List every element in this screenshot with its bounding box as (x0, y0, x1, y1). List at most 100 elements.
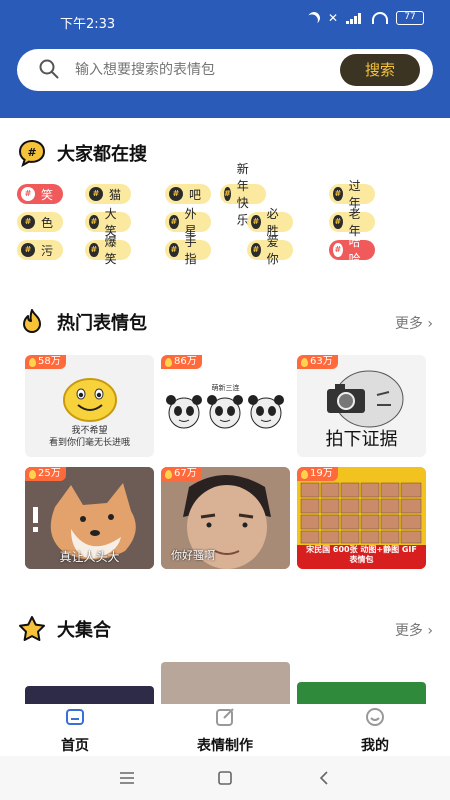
tag-chip[interactable]: # 外星 (165, 207, 212, 238)
hashtag-icon: # (89, 187, 103, 201)
battery-icon: 77 (396, 11, 424, 25)
flame-icon (165, 357, 172, 367)
tag-chip[interactable]: # 过年 (329, 179, 376, 210)
tab-home-label: 首页 (61, 738, 89, 754)
home-button-icon[interactable] (215, 768, 235, 788)
camera-meme-image (327, 370, 404, 428)
search-icon (39, 59, 59, 79)
edit-icon (216, 708, 234, 726)
collection-preview-row (0, 660, 450, 704)
collection-card[interactable] (297, 682, 426, 704)
tag-chip[interactable]: # 手指 (165, 235, 212, 266)
tag-chip[interactable]: # 爆笑 (85, 235, 132, 266)
view-count-badge: 67万 (161, 467, 202, 481)
flame-icon (29, 469, 36, 479)
meme-card[interactable]: 63万 拍下证据 (297, 355, 426, 457)
svg-text:#: # (27, 146, 36, 159)
collection-title: 大集合 (57, 620, 111, 641)
meme-caption: 真让人头大 (59, 550, 120, 564)
tag-chip[interactable]: # 爱你 (247, 235, 294, 266)
home-icon (66, 709, 84, 725)
tag-chip[interactable]: # 大笑 (85, 207, 132, 238)
collection-card[interactable] (25, 686, 154, 704)
hashtag-icon: # (169, 243, 179, 257)
collection-card[interactable] (161, 662, 290, 704)
system-nav-bar (0, 756, 450, 800)
star-icon (19, 616, 45, 641)
hashtag-icon: # (21, 187, 35, 201)
view-count-badge: 63万 (297, 355, 338, 369)
do-not-disturb-icon (306, 10, 322, 26)
hashtag-icon: # (251, 243, 261, 257)
wifi-icon (372, 12, 388, 24)
tag-chip[interactable]: # 污 (17, 240, 64, 260)
hashtag-icon: # (224, 187, 231, 201)
search-bar[interactable]: 搜索 (17, 49, 433, 91)
smiley-face-image (63, 378, 117, 422)
hashtag-icon: # (89, 215, 99, 229)
tag-chip[interactable]: # 必胜 (247, 207, 294, 238)
tab-mine[interactable]: 我的 (315, 704, 435, 756)
flame-icon (23, 309, 41, 333)
smile-icon (366, 708, 384, 726)
tag-chip[interactable]: # 吧 (165, 184, 212, 204)
meme-caption: 你好骚啊 (171, 549, 215, 562)
meme-caption: 萌新三连 (211, 384, 240, 392)
meme-card[interactable]: 19万 宋民国 600张 动图+静图 GIF 表情包 (297, 467, 426, 569)
back-icon[interactable] (315, 768, 335, 788)
meme-caption: 宋民国 600张 动图+静图 GIF 表情包 (306, 545, 417, 564)
hot-search-heading: # 大家都在搜 (17, 138, 147, 168)
popular-heading: 热门表情包 (17, 307, 147, 337)
view-count-badge: 19万 (297, 467, 338, 481)
popular-more-link[interactable]: 更多 › (395, 313, 433, 333)
hashtag-icon: # (333, 187, 343, 201)
meme-card[interactable]: 25万 真让人头大 (25, 467, 154, 569)
flame-icon (301, 469, 308, 479)
search-button[interactable]: 搜索 (340, 54, 420, 86)
hashtag-icon: # (169, 215, 179, 229)
hashtag-icon: # (21, 243, 35, 257)
hashtag-icon: # (333, 215, 343, 229)
flame-icon (29, 357, 36, 367)
status-time: 下午2:33 (60, 17, 116, 32)
status-bar: 下午2:33 ✕ 77 (0, 0, 450, 36)
flame-icon (301, 357, 308, 367)
panda-faces-image (166, 395, 284, 429)
hashtag-bubble-icon: # (18, 139, 46, 168)
tab-make[interactable]: 表情制作 (165, 704, 285, 756)
hashtag-icon: # (21, 215, 35, 229)
meme-card[interactable]: 58万 我不希望 看到你们毫无长进哦 (25, 355, 154, 457)
hashtag-icon: # (333, 243, 343, 257)
meme-caption: 拍下证据 (325, 429, 398, 450)
view-count-badge: 58万 (25, 355, 66, 369)
app-header: 下午2:33 ✕ 77 搜索 (0, 0, 450, 118)
tag-chip[interactable]: # 老年 (329, 207, 376, 238)
signal-icon (346, 12, 364, 24)
hot-search-title: 大家都在搜 (57, 144, 147, 165)
hashtag-icon: # (169, 187, 183, 201)
mute-icon: ✕ (327, 11, 338, 25)
tag-chip[interactable]: # 色 (17, 212, 64, 232)
meme-card[interactable]: 86万 萌新三连 (161, 355, 290, 457)
meme-caption: 我不希望 看到你们毫无长进哦 (48, 426, 130, 448)
view-count-badge: 86万 (161, 355, 202, 369)
search-input[interactable] (75, 60, 335, 80)
tab-mine-label: 我的 (361, 738, 389, 754)
tag-chip[interactable]: # 哈哈 (329, 235, 376, 266)
tab-home[interactable]: 首页 (15, 704, 135, 756)
status-icons: ✕ 77 (308, 11, 424, 25)
tag-chip[interactable]: # 猫 (85, 184, 132, 204)
menu-icon[interactable] (117, 768, 137, 788)
collection-more-link[interactable]: 更多 › (395, 620, 433, 640)
bottom-tab-bar: 首页 表情制作 我的 (0, 704, 450, 756)
tag-chip[interactable]: # 笑 (17, 184, 64, 204)
tab-make-label: 表情制作 (197, 738, 253, 754)
tag-chip[interactable]: # 新年快乐 (220, 162, 267, 227)
meme-card[interactable]: 67万 你好骚啊 (161, 467, 290, 569)
popular-title: 热门表情包 (57, 313, 147, 334)
view-count-badge: 25万 (25, 467, 66, 481)
flame-icon (165, 469, 172, 479)
hashtag-icon: # (251, 215, 261, 229)
hashtag-icon: # (89, 243, 99, 257)
collection-heading: 大集合 (17, 614, 111, 644)
